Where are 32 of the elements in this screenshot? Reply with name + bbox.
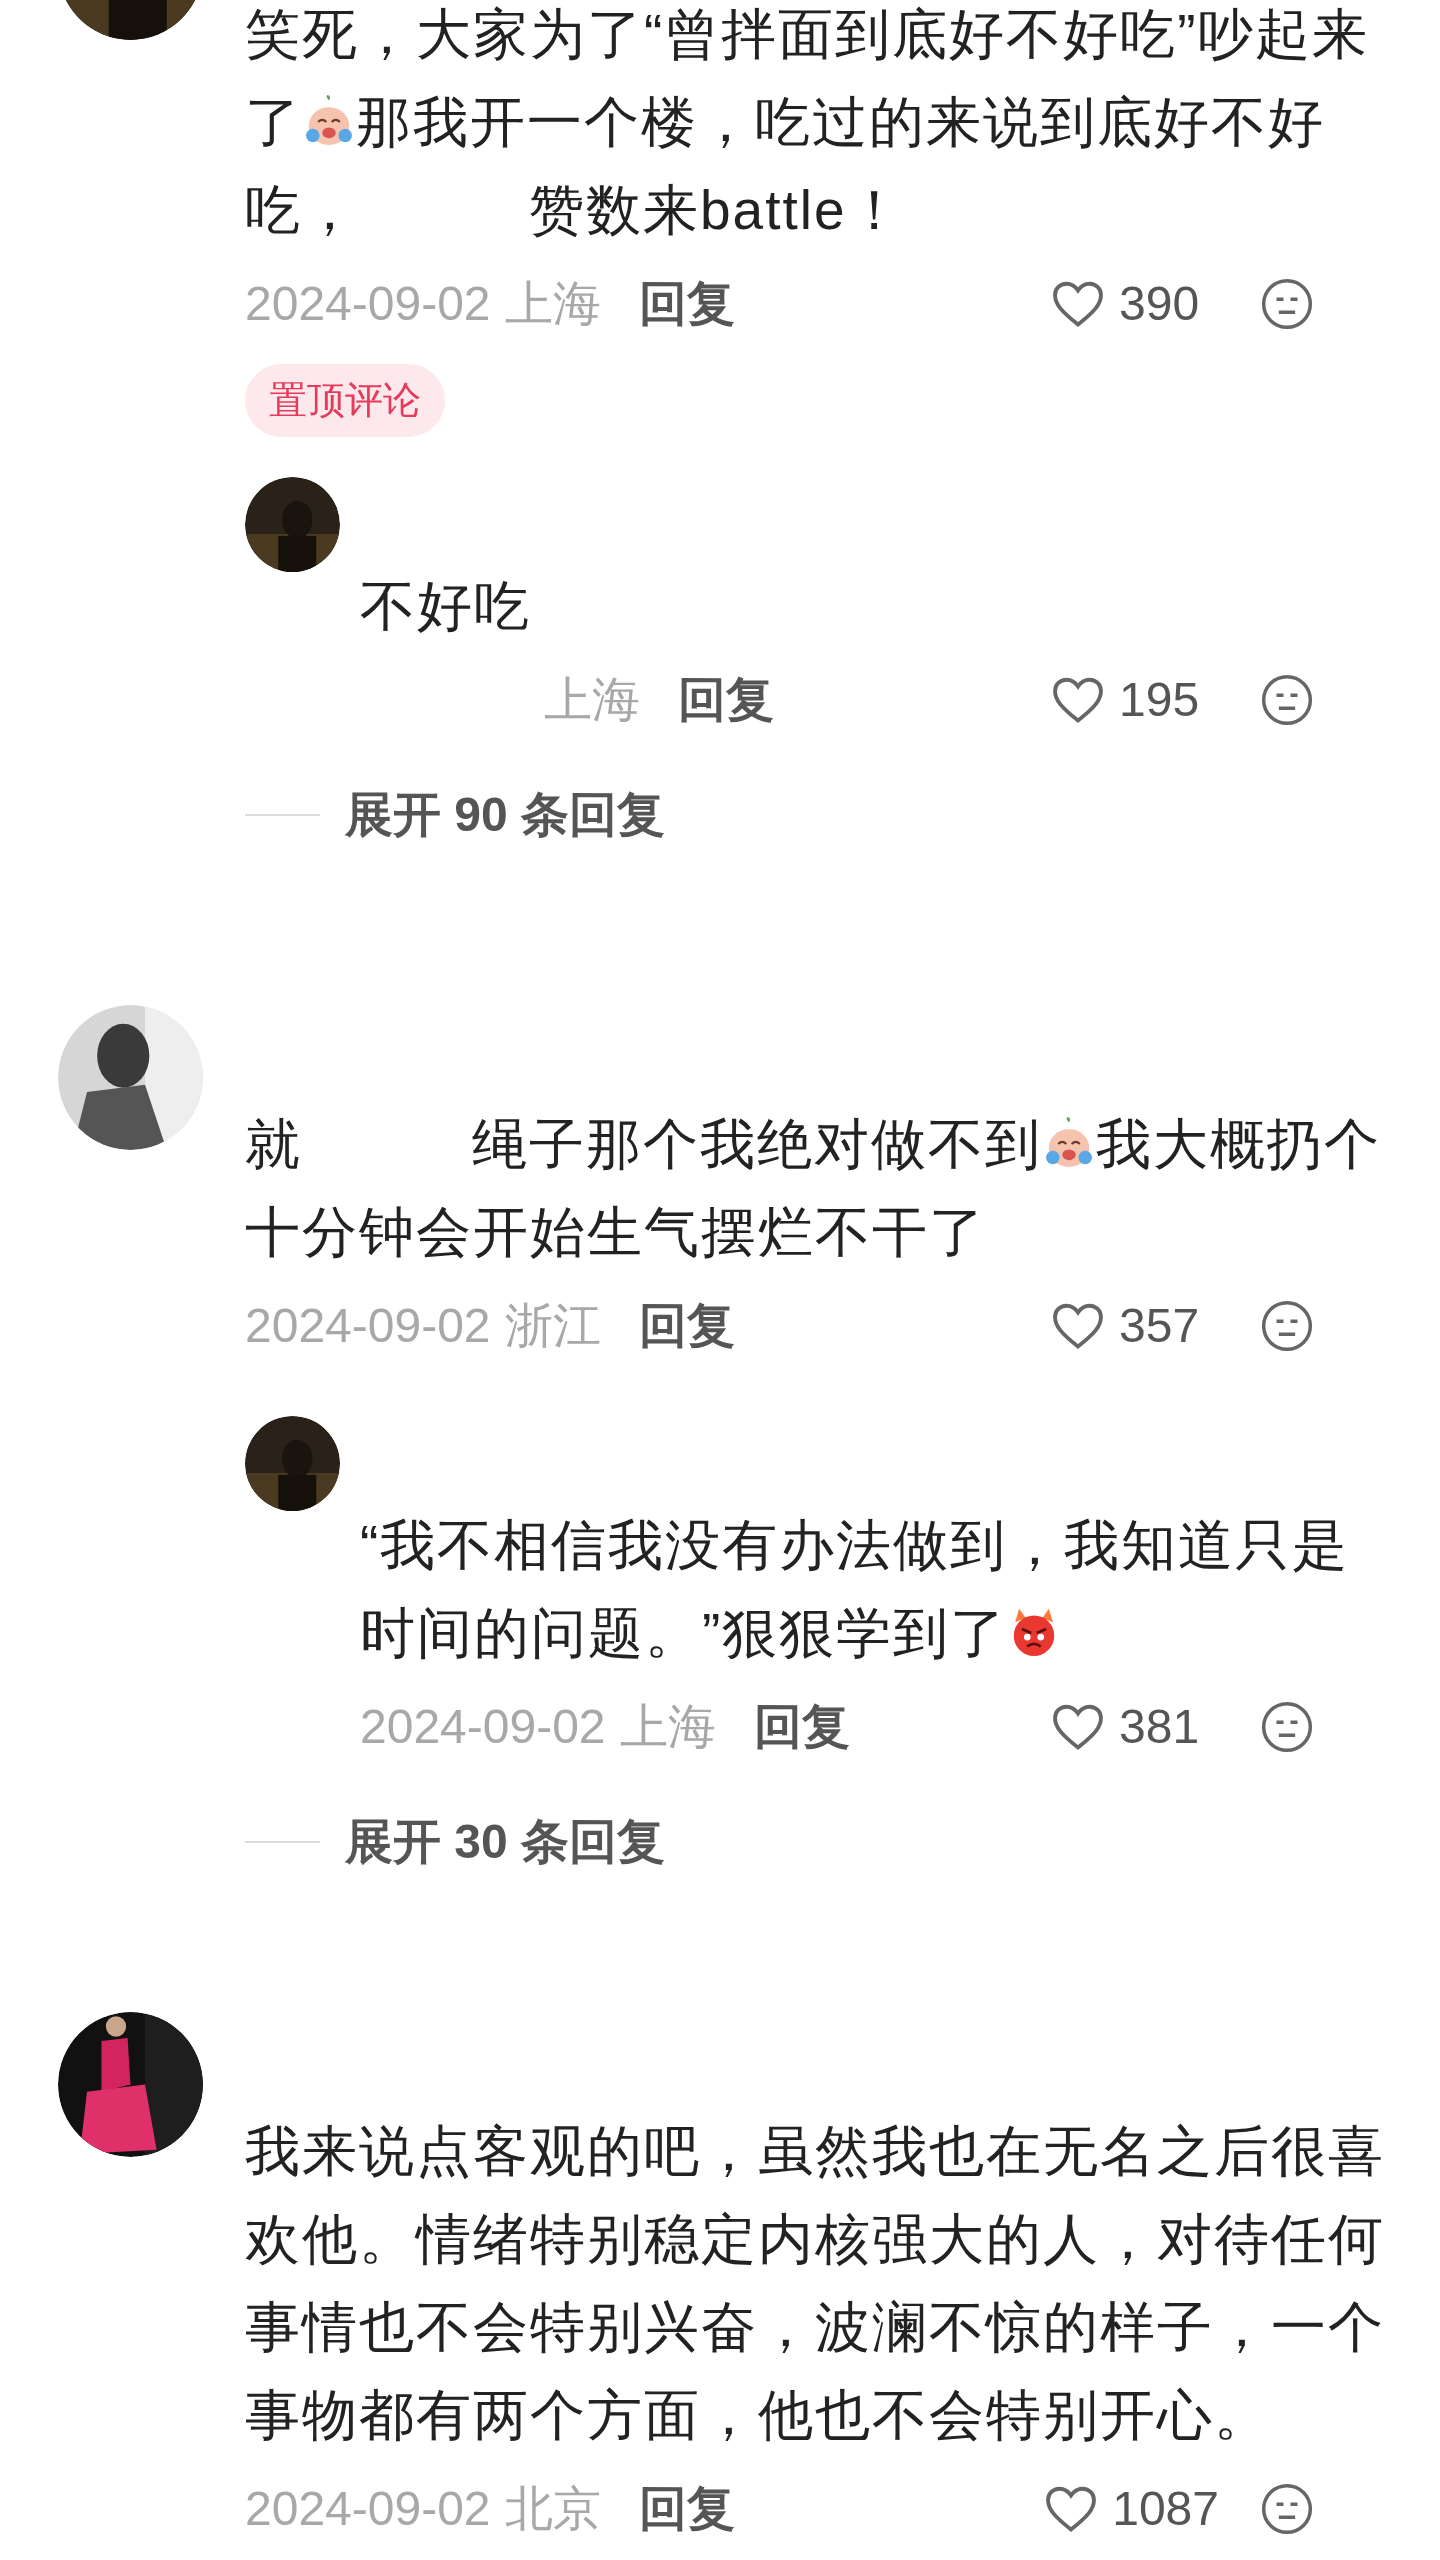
reply-button[interactable]: 回复 xyxy=(638,268,735,340)
meh-face-icon[interactable] xyxy=(1259,276,1315,332)
comment-date: 2024-09-02 xyxy=(245,276,491,332)
meh-face-icon[interactable] xyxy=(1259,672,1315,728)
comment-text: 就 绳子那个我绝对做不到 我大概扔个十分钟会开始生气摆烂不干了 xyxy=(245,1112,1382,1265)
comment-location: 北京 xyxy=(504,2481,601,2537)
meh-face-icon[interactable] xyxy=(1259,1699,1315,1755)
reply-button[interactable]: 回复 xyxy=(753,1691,850,1763)
reply-button[interactable]: 回复 xyxy=(678,664,774,736)
comment-text: 笑死，大家为了“曾拌面到底好不好吃”吵起来了 那我开一个楼，吃过的来说到底好不好吃， 赞数来battle！ xyxy=(245,2,1370,243)
comment-text: “我不相信我没有办法做到，我知道只是时间的问题。”狠狠学到了 xyxy=(360,1513,1351,1666)
like-count: 357 xyxy=(1119,1298,1201,1354)
like-count: 195 xyxy=(1119,672,1201,728)
expand-replies-button[interactable]: 展开 30 条回复 xyxy=(345,1806,666,1878)
comment-location: 上海 xyxy=(544,672,640,728)
meh-face-icon[interactable] xyxy=(1259,1298,1315,1354)
meh-face-icon[interactable] xyxy=(1259,2481,1315,2537)
like-count: 381 xyxy=(1119,1699,1201,1755)
comment-text: 我来说点客观的吧，虽然我也在无名之后很喜欢他。情绪特别稳定内核强大的人，对待任何事情也不会特别兴奋，波澜不惊的样子，一个事物都有两个方面，他也不会特别开心。 xyxy=(245,2119,1386,2448)
pinned-badge: 置顶评论 xyxy=(245,364,445,437)
expand-replies-button[interactable]: 展开 90 条回复 xyxy=(345,779,666,851)
comment-location: 上海 xyxy=(504,276,601,332)
comment-date: 2024-09-02 xyxy=(245,2481,491,2537)
comment-location: 浙江 xyxy=(504,1298,601,1354)
comment-date: 2024-09-02 xyxy=(360,1699,606,1755)
comment-text: 不好吃 xyxy=(360,574,532,639)
like-count: 1087 xyxy=(1112,2481,1219,2537)
comment-location: 上海 xyxy=(619,1699,716,1755)
comment-date: 2024-09-02 xyxy=(245,1298,491,1354)
reply-button[interactable]: 回复 xyxy=(638,1290,735,1362)
reply-button[interactable]: 回复 xyxy=(638,2473,735,2545)
like-count: 390 xyxy=(1119,276,1201,332)
